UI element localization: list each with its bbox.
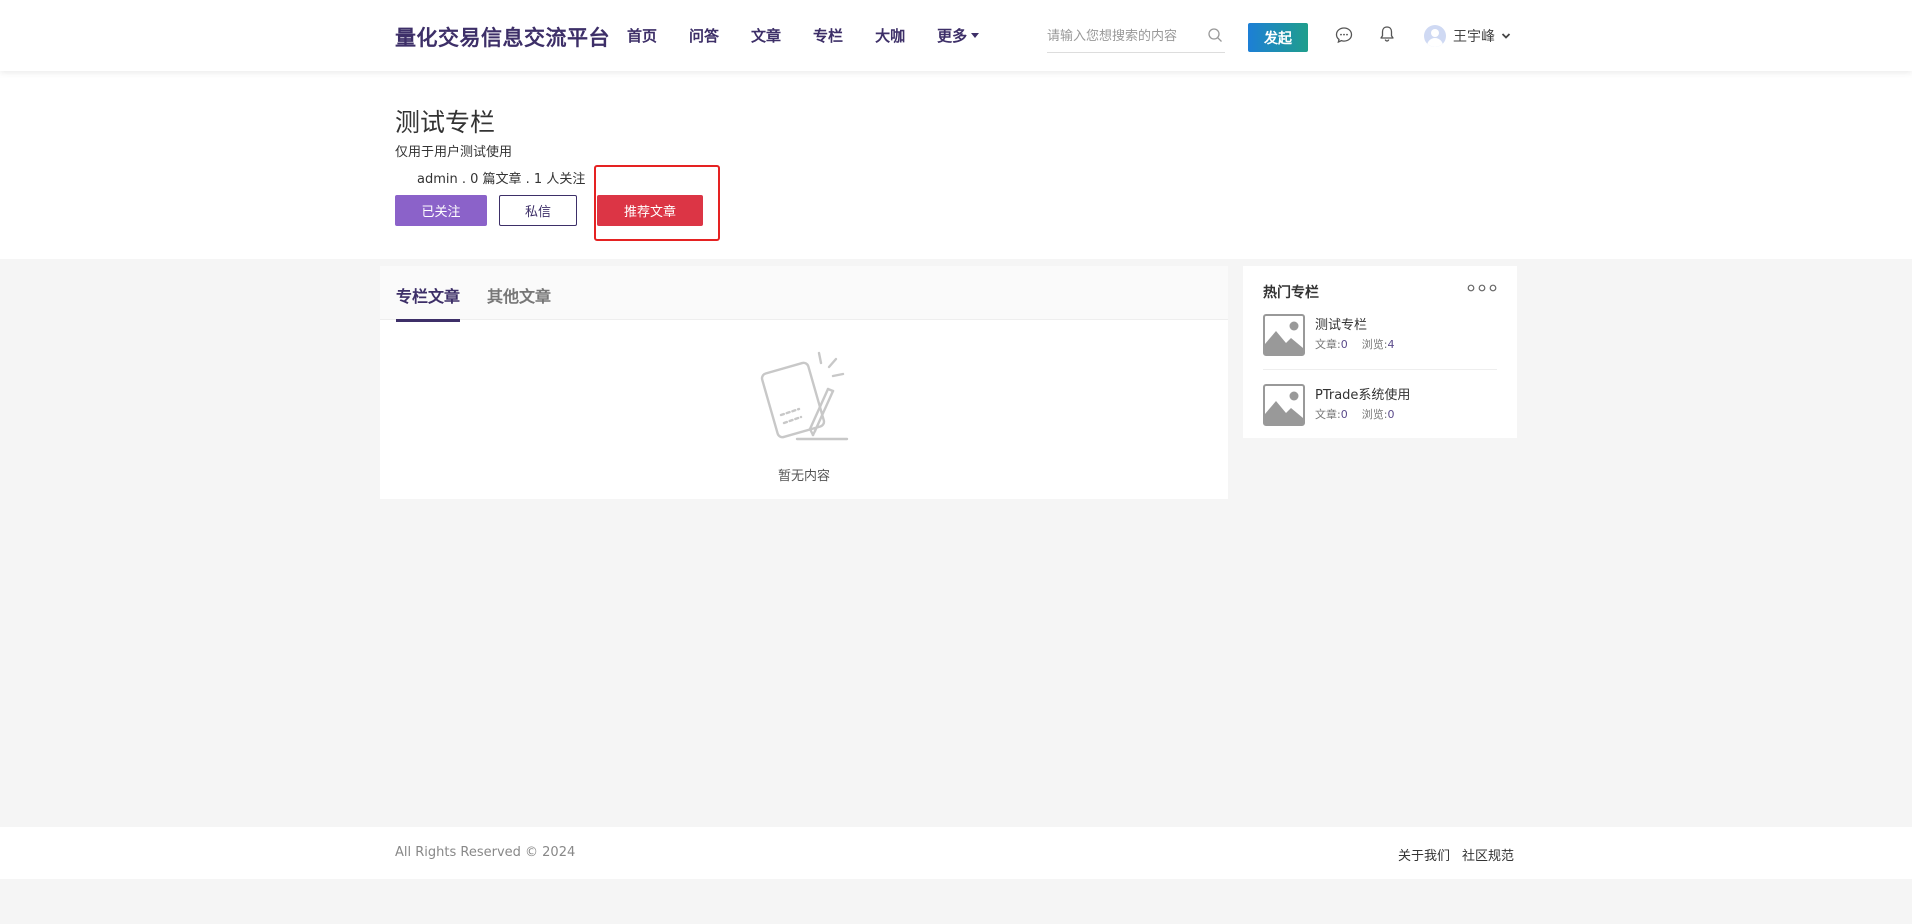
caret-down-icon <box>971 33 980 38</box>
search-icon[interactable] <box>1207 27 1223 43</box>
chat-icon[interactable] <box>1335 26 1353 44</box>
article-panel: 专栏文章 其他文章 暂无内容 <box>380 266 1228 499</box>
views-label: 浏览: <box>1361 408 1388 421</box>
followed-button[interactable]: 已关注 <box>395 195 487 226</box>
articles-label: 文章: <box>1315 408 1341 421</box>
user-menu[interactable]: 王宇峰 <box>1424 25 1512 47</box>
nav-experts[interactable]: 大咖 <box>875 25 905 46</box>
hot-columns-title: 热门专栏 <box>1263 285 1319 301</box>
hot-column-stats: 文章:0 浏览:4 <box>1315 336 1394 352</box>
empty-state-icon <box>760 351 849 441</box>
tab-bar: 专栏文章 其他文章 <box>380 266 1228 322</box>
column-hero: 测试专栏 仅用于用户测试使用 admin . 0 篇文章 . 1 人关注 已关注… <box>0 71 1912 259</box>
user-name: 王宇峰 <box>1453 29 1495 45</box>
nav-columns[interactable]: 专栏 <box>813 25 843 46</box>
page-footer: All Rights Reserved © 2024 关于我们 社区规范 <box>0 827 1912 879</box>
column-meta: admin . 0 篇文章 . 1 人关注 <box>417 172 586 187</box>
site-logo[interactable]: 量化交易信息交流平台 <box>395 22 610 52</box>
empty-state-text: 暂无内容 <box>777 469 830 484</box>
views-count: 0 <box>1387 408 1395 421</box>
views-label: 浏览: <box>1361 338 1388 351</box>
message-button[interactable]: 私信 <box>499 195 577 226</box>
footer-link-guidelines[interactable]: 社区规范 <box>1462 845 1514 864</box>
hot-column-stats: 文章:0 浏览:0 <box>1315 406 1394 422</box>
footer-link-about[interactable]: 关于我们 <box>1398 845 1450 864</box>
recommend-article-button[interactable]: 推荐文章 <box>597 195 703 226</box>
copyright-text: All Rights Reserved © 2024 <box>395 845 576 860</box>
hot-columns-panel: 热门专栏 测试专栏 文章:0 浏览:4 PTrade系统使用 文章:0 浏览:0 <box>1243 266 1517 438</box>
nav-more[interactable]: 更多 <box>937 25 980 46</box>
bell-icon[interactable] <box>1378 25 1396 43</box>
top-header: 量化交易信息交流平台 首页 问答 文章 专栏 大咖 更多 发起 王宇峰 <box>0 0 1912 71</box>
post-button[interactable]: 发起 <box>1248 23 1308 52</box>
avatar <box>1424 25 1446 47</box>
tab-other-articles[interactable]: 其他文章 <box>487 283 551 307</box>
articles-label: 文章: <box>1315 338 1341 351</box>
nav-articles[interactable]: 文章 <box>751 25 781 46</box>
hot-column-name[interactable]: 测试专栏 <box>1315 314 1367 333</box>
tab-column-articles[interactable]: 专栏文章 <box>396 283 461 322</box>
views-count: 4 <box>1387 338 1395 351</box>
articles-count: 0 <box>1340 338 1348 351</box>
image-placeholder-icon <box>1263 314 1305 356</box>
hot-column-name[interactable]: PTrade系统使用 <box>1315 384 1410 403</box>
image-placeholder-icon <box>1263 384 1305 426</box>
main-nav: 首页 问答 文章 专栏 大咖 更多 <box>627 25 1011 46</box>
column-title: 测试专栏 <box>395 108 496 137</box>
more-icon[interactable] <box>1467 282 1497 294</box>
column-description: 仅用于用户测试使用 <box>395 145 513 160</box>
nav-home[interactable]: 首页 <box>627 25 657 46</box>
hot-column-item[interactable]: PTrade系统使用 文章:0 浏览:0 <box>1263 384 1497 444</box>
search-input[interactable] <box>1047 24 1202 48</box>
chevron-down-icon <box>1501 33 1511 39</box>
hot-column-item[interactable]: 测试专栏 文章:0 浏览:4 <box>1263 314 1497 370</box>
nav-more-label: 更多 <box>937 27 968 45</box>
footer-links: 关于我们 社区规范 <box>1386 845 1514 864</box>
articles-count: 0 <box>1340 408 1348 421</box>
search-box <box>1047 24 1225 53</box>
nav-qa[interactable]: 问答 <box>689 25 719 46</box>
